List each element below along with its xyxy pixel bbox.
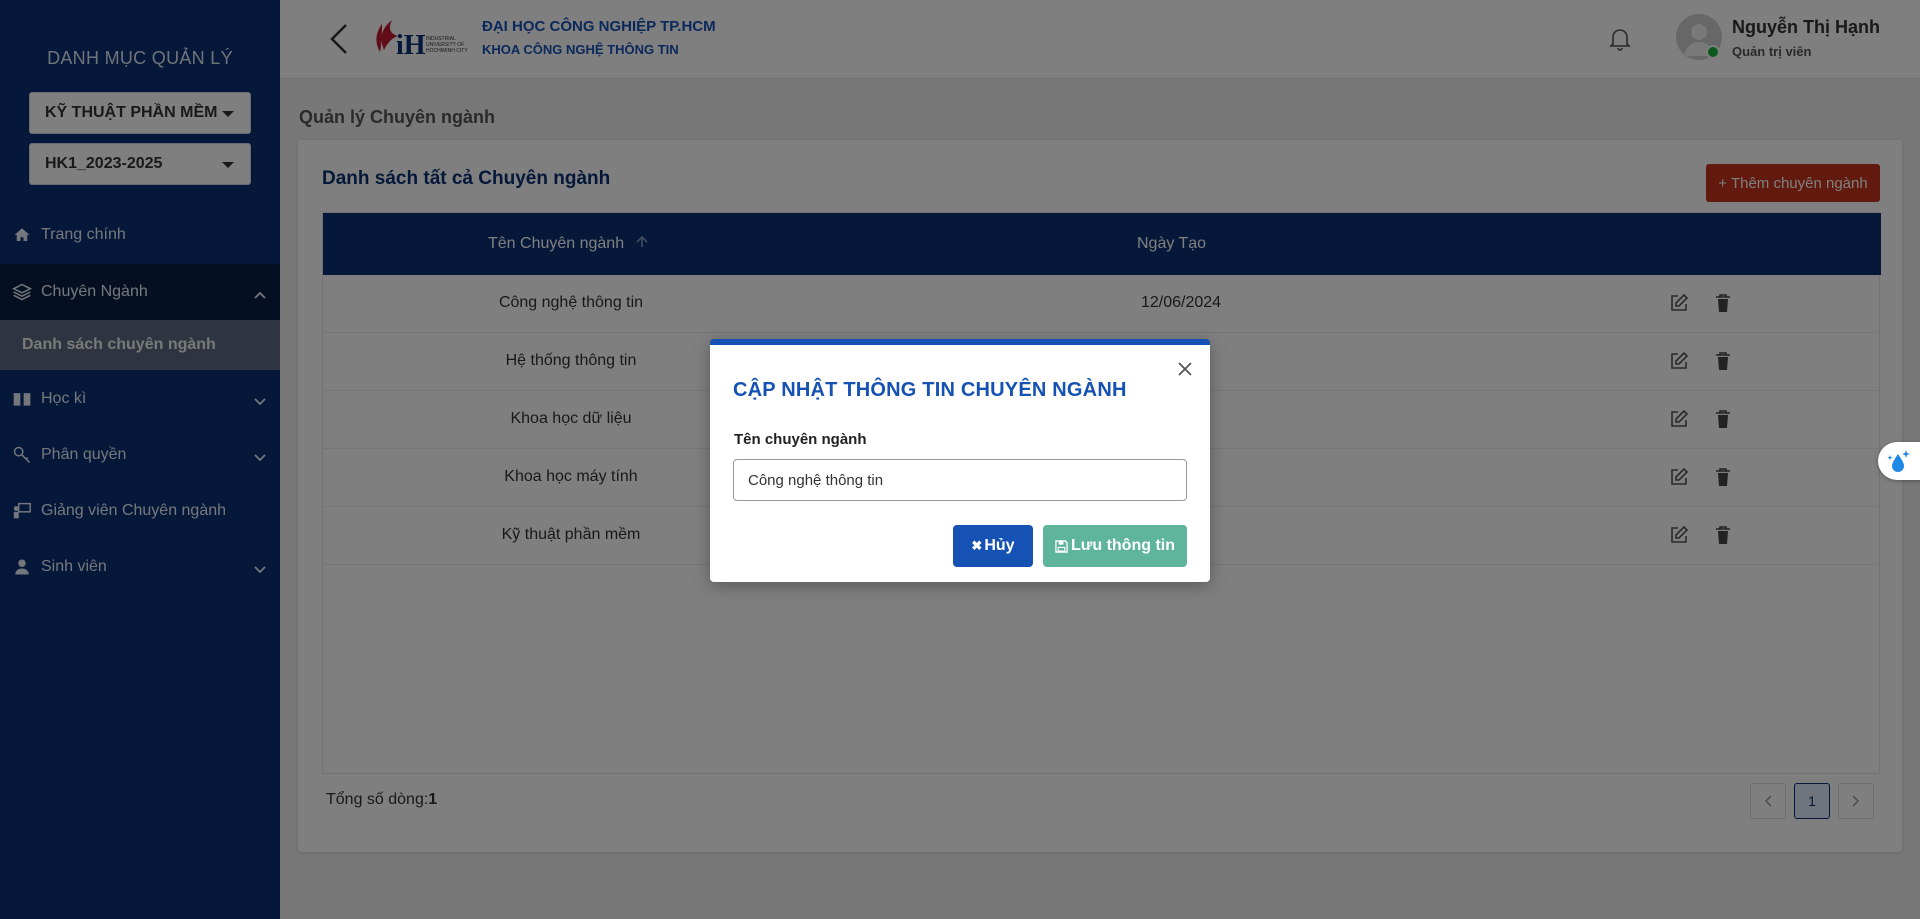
update-major-dialog: CẬP NHẬT THÔNG TIN CHUYÊN NGÀNH Tên chuy… xyxy=(710,339,1210,582)
assistant-float-button[interactable] xyxy=(1878,442,1920,480)
major-name-label: Tên chuyên ngành xyxy=(734,431,867,448)
cancel-button[interactable]: ✖ Hủy xyxy=(953,525,1033,567)
dialog-title: CẬP NHẬT THÔNG TIN CHUYÊN NGÀNH xyxy=(733,379,1127,401)
sparkle-drop-icon xyxy=(1887,450,1910,472)
close-icon[interactable] xyxy=(1175,359,1195,379)
cancel-button-label: Hủy xyxy=(984,537,1015,554)
save-button-label: Lưu thông tin xyxy=(1071,537,1175,554)
save-button[interactable]: Lưu thông tin xyxy=(1043,525,1187,567)
floppy-disk-icon xyxy=(1055,539,1068,553)
close-icon: ✖ xyxy=(971,538,983,553)
major-name-input[interactable] xyxy=(733,459,1187,501)
